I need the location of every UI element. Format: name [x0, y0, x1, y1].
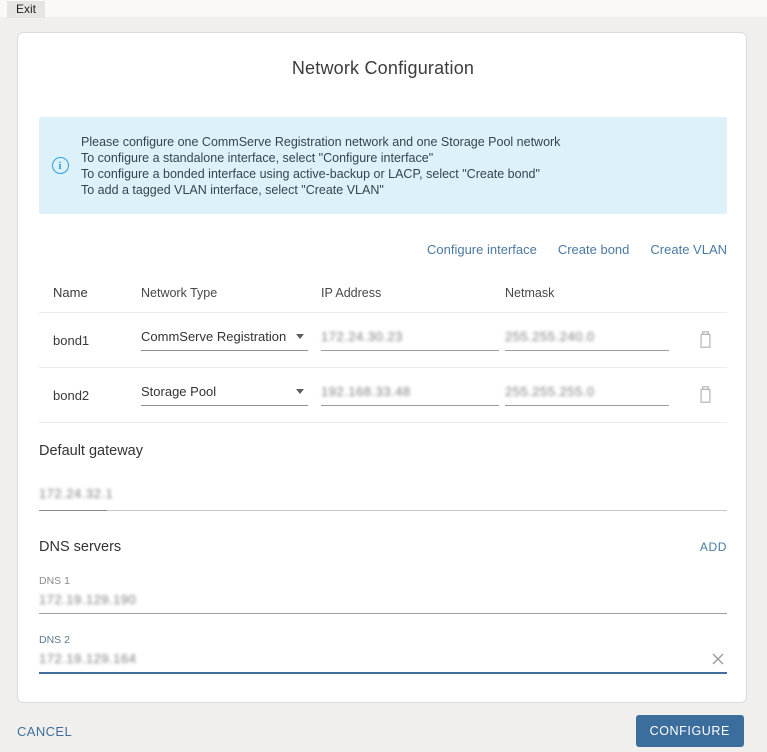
dns-servers-heading: DNS servers — [39, 539, 122, 555]
table-row-bond1: bond1 CommServe Registration 172.24.30.2… — [39, 313, 727, 368]
dns1-input[interactable]: 172.19.129.190 — [39, 592, 727, 614]
top-bar: Exit — [0, 0, 767, 18]
network-type-value: Storage Pool — [141, 384, 217, 399]
dns1-label: DNS 1 — [39, 575, 70, 587]
ip-address-value: 172.24.30.23 — [321, 329, 403, 344]
netmask-input[interactable]: 255.255.255.0 — [505, 384, 669, 406]
network-type-select[interactable]: Storage Pool — [141, 384, 308, 406]
header-network-type: Network Type — [141, 285, 218, 300]
info-line: To configure a standalone interface, sel… — [81, 150, 434, 165]
dns2-input[interactable]: 172.19.129.164 — [39, 651, 727, 674]
interface-name: bond2 — [53, 387, 90, 403]
chevron-down-icon — [296, 389, 304, 394]
interfaces-table: Name Network Type IP Address Netmask bon… — [39, 277, 727, 423]
header-netmask: Netmask — [505, 285, 555, 300]
create-vlan-link[interactable]: Create VLAN — [650, 242, 727, 257]
dns1-field-group: DNS 1 172.19.129.190 — [39, 575, 727, 614]
header-name: Name — [53, 285, 88, 300]
page-title: Network Configuration — [291, 58, 475, 78]
delete-interface-icon[interactable] — [698, 386, 713, 404]
ip-address-value: 192.168.33.48 — [321, 384, 411, 399]
netmask-input[interactable]: 255.255.240.0 — [505, 329, 669, 351]
default-gateway-input[interactable]: 172.24.32.1 — [39, 485, 727, 511]
network-type-select[interactable]: CommServe Registration — [141, 329, 308, 351]
header-ip-address: IP Address — [321, 285, 382, 300]
info-icon-wrap: i — [39, 157, 81, 174]
info-icon: i — [51, 157, 69, 174]
dns1-value: 172.19.129.190 — [39, 592, 137, 607]
dns-servers-header: DNS servers ADD — [39, 539, 727, 555]
info-line: To add a tagged VLAN interface, select "… — [81, 182, 384, 197]
default-gateway-value: 172.24.32.1 — [39, 486, 114, 501]
exit-button[interactable]: Exit — [7, 1, 46, 18]
chevron-down-icon — [296, 334, 304, 339]
table-header-row: Name Network Type IP Address Netmask — [39, 277, 727, 313]
dns2-value: 172.19.129.164 — [39, 651, 137, 666]
info-banner: i Please configure one CommServe Registr… — [39, 117, 727, 214]
ip-address-input[interactable]: 172.24.30.23 — [321, 329, 499, 351]
default-gateway-section: Default gateway 172.24.32.1 — [39, 443, 727, 511]
netmask-value: 255.255.240.0 — [505, 329, 595, 344]
network-configuration-dialog: Network Configuration i Please configure… — [17, 32, 747, 703]
table-row-bond2: bond2 Storage Pool 192.168.33.48 255.255… — [39, 368, 727, 423]
dns2-label: DNS 2 — [39, 634, 70, 646]
info-line: Please configure one CommServe Registrat… — [81, 134, 561, 149]
add-dns-link[interactable]: ADD — [700, 540, 727, 554]
info-line: To configure a bonded interface using ac… — [81, 166, 540, 181]
configure-interface-link[interactable]: Configure interface — [427, 242, 537, 257]
dialog-footer: CANCEL CONFIGURE — [0, 715, 767, 747]
netmask-value: 255.255.255.0 — [505, 384, 595, 399]
network-type-value: CommServe Registration — [141, 329, 287, 344]
cancel-button[interactable]: CANCEL — [17, 724, 72, 739]
default-gateway-heading: Default gateway — [39, 443, 143, 459]
clear-dns2-icon[interactable] — [711, 652, 725, 666]
dns2-field-group: DNS 2 172.19.129.164 — [39, 634, 727, 674]
delete-interface-icon[interactable] — [698, 331, 713, 349]
interface-name: bond1 — [53, 332, 90, 348]
info-text: Please configure one CommServe Registrat… — [81, 134, 560, 198]
create-bond-link[interactable]: Create bond — [558, 242, 630, 257]
interface-actions: Configure interface Create bond Create V… — [39, 242, 727, 257]
configure-button[interactable]: CONFIGURE — [635, 715, 744, 747]
ip-address-input[interactable]: 192.168.33.48 — [321, 384, 499, 406]
